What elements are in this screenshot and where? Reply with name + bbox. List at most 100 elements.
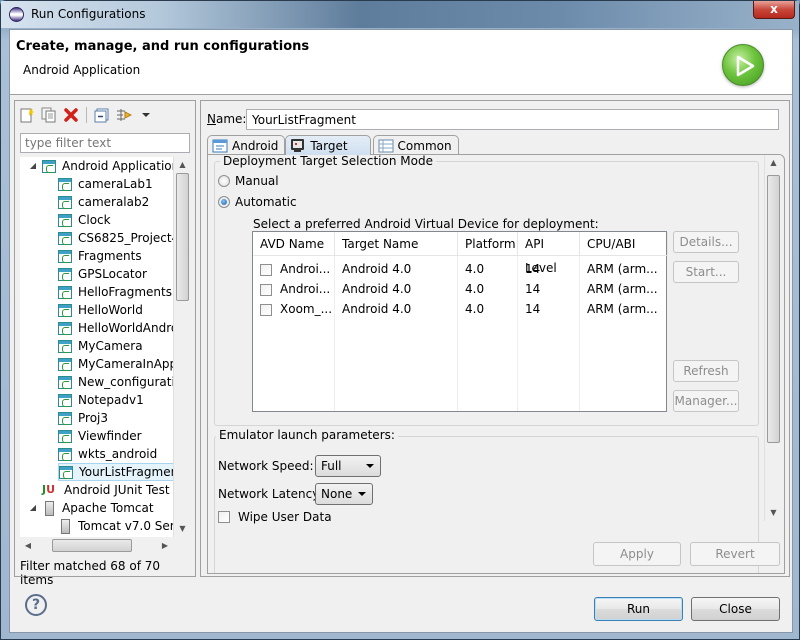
tree-item[interactable]: Proj3 xyxy=(58,409,108,427)
android-tab-icon xyxy=(212,139,228,152)
tree-item[interactable]: MyCameraInApp xyxy=(58,355,177,373)
manual-radio[interactable]: Manual xyxy=(218,174,279,188)
filter-status: Filter matched 68 of 70 items xyxy=(20,559,161,587)
table-cell: 4.0 xyxy=(465,302,485,316)
help-icon[interactable]: ? xyxy=(25,594,47,616)
manual-radio-button[interactable] xyxy=(218,175,230,187)
network-speed-label: Network Speed: xyxy=(218,459,314,473)
close-button[interactable]: Close xyxy=(691,597,780,621)
config-icon xyxy=(58,375,72,389)
tree-item[interactable]: cameraLab1 xyxy=(58,175,153,193)
tree-item[interactable]: HelloWorldAndro xyxy=(58,319,178,337)
config-icon xyxy=(59,465,73,479)
window-close-button[interactable]: x xyxy=(753,1,795,19)
config-icon xyxy=(58,321,72,335)
refresh-button[interactable]: Refresh xyxy=(673,360,739,382)
filter-icon[interactable] xyxy=(115,106,133,124)
scroll-left-arrow[interactable]: ◀ xyxy=(20,537,36,554)
tab-common[interactable]: Common xyxy=(372,135,459,155)
tab-common-label: Common xyxy=(397,138,452,153)
collapse-all-icon[interactable] xyxy=(93,106,111,124)
panel-vertical-scrollbar[interactable]: ▲ ▼ xyxy=(764,155,781,521)
tree-item[interactable]: HelloFragments xyxy=(58,283,172,301)
tree-item[interactable]: GPSLocator xyxy=(58,265,147,283)
tree-item[interactable]: Notepadv1 xyxy=(58,391,144,409)
tree-item[interactable]: MyCamera xyxy=(58,337,143,355)
table-cell: Android 4.0 xyxy=(342,302,412,316)
revert-button[interactable]: Revert xyxy=(690,542,780,566)
name-label: Name: xyxy=(207,112,247,126)
dialog-client: Create, manage, and run configurations A… xyxy=(9,29,793,633)
wipe-user-data-check[interactable] xyxy=(218,511,230,523)
tree-item[interactable]: ◢ Android Application xyxy=(28,157,179,175)
table-cell: 14 xyxy=(525,302,541,316)
start-button[interactable]: Start... xyxy=(673,261,739,283)
tree-item[interactable]: wkts_android xyxy=(58,445,157,463)
column-header[interactable]: Platform xyxy=(458,232,518,256)
network-speed-select[interactable]: Full xyxy=(315,455,381,477)
run-button[interactable]: Run xyxy=(594,597,683,621)
tree-item[interactable]: cameralab2 xyxy=(58,193,149,211)
tree-item[interactable]: Fragments xyxy=(58,247,142,265)
name-input[interactable] xyxy=(246,109,779,130)
dropdown-icon[interactable] xyxy=(137,106,155,124)
details-button[interactable]: Details... xyxy=(673,231,739,253)
automatic-radio-button[interactable] xyxy=(218,196,230,208)
column-header[interactable]: AVD Name xyxy=(253,232,335,256)
tree-item[interactable]: HelloWorld xyxy=(58,301,143,319)
network-latency-select[interactable]: None xyxy=(315,483,373,505)
tree-item[interactable]: YourListFragmen xyxy=(58,463,180,481)
close-label: Close xyxy=(719,602,752,616)
manager-button[interactable]: Manager... xyxy=(673,390,739,412)
filter-input[interactable] xyxy=(20,133,190,153)
apply-button[interactable]: Apply xyxy=(593,542,681,566)
column-header[interactable]: API Level xyxy=(518,232,580,275)
scroll-up-arrow[interactable]: ▲ xyxy=(765,155,782,171)
wipe-user-data-checkbox[interactable]: Wipe User Data xyxy=(218,510,332,524)
avd-table[interactable]: AVD Name Target Name Platform API Level CPU/… xyxy=(252,231,668,412)
tree-item[interactable]: CS6825_Project4 xyxy=(58,229,179,247)
scroll-thumb[interactable] xyxy=(767,175,780,443)
scroll-up-arrow[interactable]: ▲ xyxy=(174,157,191,173)
tab-android[interactable]: Android xyxy=(207,135,286,155)
scroll-thumb[interactable] xyxy=(176,173,189,301)
duplicate-icon[interactable] xyxy=(40,106,58,124)
tree-item[interactable]: Clock xyxy=(58,211,111,229)
tab-target[interactable]: Target xyxy=(285,135,371,155)
tree-item-label: YourListFragmen xyxy=(79,465,179,479)
eclipse-icon xyxy=(9,7,24,22)
tree-item[interactable]: JU Android JUnit Test xyxy=(28,481,170,499)
scroll-down-arrow[interactable]: ▼ xyxy=(765,505,782,521)
chevron-down-icon xyxy=(358,492,366,496)
tree-item-label: HelloWorldAndro xyxy=(78,321,179,335)
title-bar[interactable]: Run Configurations x xyxy=(1,1,799,28)
column-header[interactable]: CPU/ABI xyxy=(580,232,668,256)
expanded-twisty-icon[interactable]: ◢ xyxy=(28,157,38,175)
delete-icon[interactable] xyxy=(62,106,80,124)
avd-checkbox[interactable] xyxy=(260,303,272,316)
tree-item[interactable]: New_configuratio xyxy=(58,373,182,391)
column-header[interactable]: Target Name xyxy=(335,232,458,256)
name-label-rest: ame: xyxy=(215,112,247,126)
tree-vertical-scrollbar[interactable]: ▲ ▼ xyxy=(173,157,190,537)
table-cell: 14 xyxy=(525,262,541,276)
new-config-icon[interactable] xyxy=(18,106,36,124)
avd-checkbox[interactable] xyxy=(260,263,272,276)
tree-horizontal-scrollbar[interactable]: ◀ ▶ xyxy=(20,537,173,554)
avd-name-cell: Androi... xyxy=(253,259,335,279)
manual-radio-label: Manual xyxy=(235,174,279,188)
scroll-down-arrow[interactable]: ▼ xyxy=(174,521,191,537)
config-icon xyxy=(58,213,72,227)
avd-prompt: Select a preferred Android Virtual Devic… xyxy=(253,217,599,231)
tree-item-label: GPSLocator xyxy=(78,267,147,281)
horizontal-scroll-thumb[interactable] xyxy=(52,539,132,552)
expanded-twisty-icon[interactable]: ◢ xyxy=(28,499,38,517)
tree-item[interactable]: Viewfinder xyxy=(58,427,142,445)
automatic-radio[interactable]: Automatic xyxy=(218,195,297,209)
scroll-right-arrow[interactable]: ▶ xyxy=(157,537,173,554)
avd-checkbox[interactable] xyxy=(260,283,272,296)
tree-item[interactable]: ◢ Apache Tomcat xyxy=(28,499,154,517)
tree-item[interactable]: Tomcat v7.0 Serv xyxy=(58,517,182,535)
table-cell: Android 4.0 xyxy=(342,262,412,276)
toolbar-separator xyxy=(86,107,87,123)
